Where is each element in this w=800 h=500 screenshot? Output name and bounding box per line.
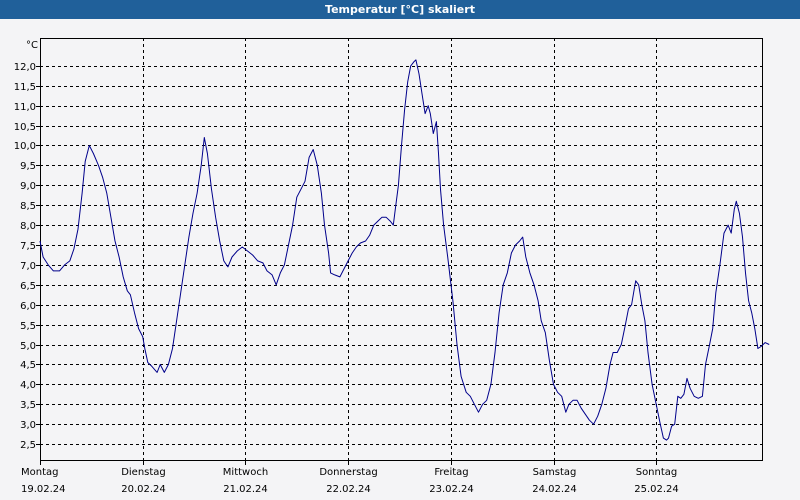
y-tick-label: 9,5 <box>20 161 36 172</box>
y-tick-label: 4,5 <box>20 360 36 371</box>
y-tick-label: 7,0 <box>20 261 36 272</box>
x-tick-label-date: 22.02.24 <box>326 484 371 495</box>
x-tick-label-date: 20.02.24 <box>121 484 166 495</box>
x-tick-label-day: Mittwoch <box>223 467 268 478</box>
y-tick-label: 8,0 <box>20 221 36 232</box>
y-tick-label: 6,0 <box>20 301 36 312</box>
y-tick-label: 9,0 <box>20 181 36 192</box>
y-tick-label: 6,5 <box>20 281 36 292</box>
x-tick-label-date: 19.02.24 <box>21 484 66 495</box>
x-tick-label-date: 25.02.24 <box>634 484 679 495</box>
x-tick-label-day: Samstag <box>533 467 577 478</box>
x-tick-label-day: Dienstag <box>121 467 166 478</box>
plot-area <box>40 38 763 461</box>
y-axis: 2,5 3,0 3,5 4,0 4,5 5,0 5,5 6,0 6,5 7,0 7,5 8,0 8,5 9… <box>14 62 40 451</box>
x-tick-label-day: Donnerstag <box>319 467 377 478</box>
chart-title: Temperatur [°C] skaliert <box>0 0 800 19</box>
y-tick-label: 11,5 <box>14 82 36 93</box>
grid <box>40 38 762 460</box>
chart-panel: 2,5 3,0 3,5 4,0 4,5 5,0 5,5 6,0 6,5 7,0 7,5 8,0 8,5 9… <box>0 19 800 500</box>
series <box>39 59 770 441</box>
x-axis: Montag 19.02.24 Dienstag 20.02.24 Mittwoch 21… <box>21 460 679 495</box>
x-tick-label-date: 23.02.24 <box>429 484 474 495</box>
y-tick-label: 8,5 <box>20 201 36 212</box>
y-tick-label: 7,5 <box>20 241 36 252</box>
y-tick-label: 12,0 <box>14 62 36 73</box>
y-tick-label: 2,5 <box>20 440 36 451</box>
y-tick-label: 3,0 <box>20 420 36 431</box>
y-tick-label: 10,0 <box>14 141 36 152</box>
y-tick-label: 5,0 <box>20 341 36 352</box>
x-tick-label-date: 21.02.24 <box>223 484 268 495</box>
x-tick-label-date: 24.02.24 <box>532 484 577 495</box>
y-tick-label: 5,5 <box>20 321 36 332</box>
y-tick-label: 4,0 <box>20 380 36 391</box>
x-tick-label-day: Montag <box>21 467 58 478</box>
temperature-series-line <box>39 59 770 441</box>
y-tick-label: 3,5 <box>20 400 36 411</box>
temperature-chart: 2,5 3,0 3,5 4,0 4,5 5,0 5,5 6,0 6,5 7,0 7,5 8,0 8,5 9… <box>14 38 770 495</box>
y-tick-label: 10,5 <box>14 122 36 133</box>
y-axis-unit-label: °C <box>26 40 38 51</box>
x-tick-label-day: Freitag <box>434 467 468 478</box>
x-tick-label-day: Sonntag <box>636 467 678 478</box>
y-tick-label: 11,0 <box>14 102 36 113</box>
